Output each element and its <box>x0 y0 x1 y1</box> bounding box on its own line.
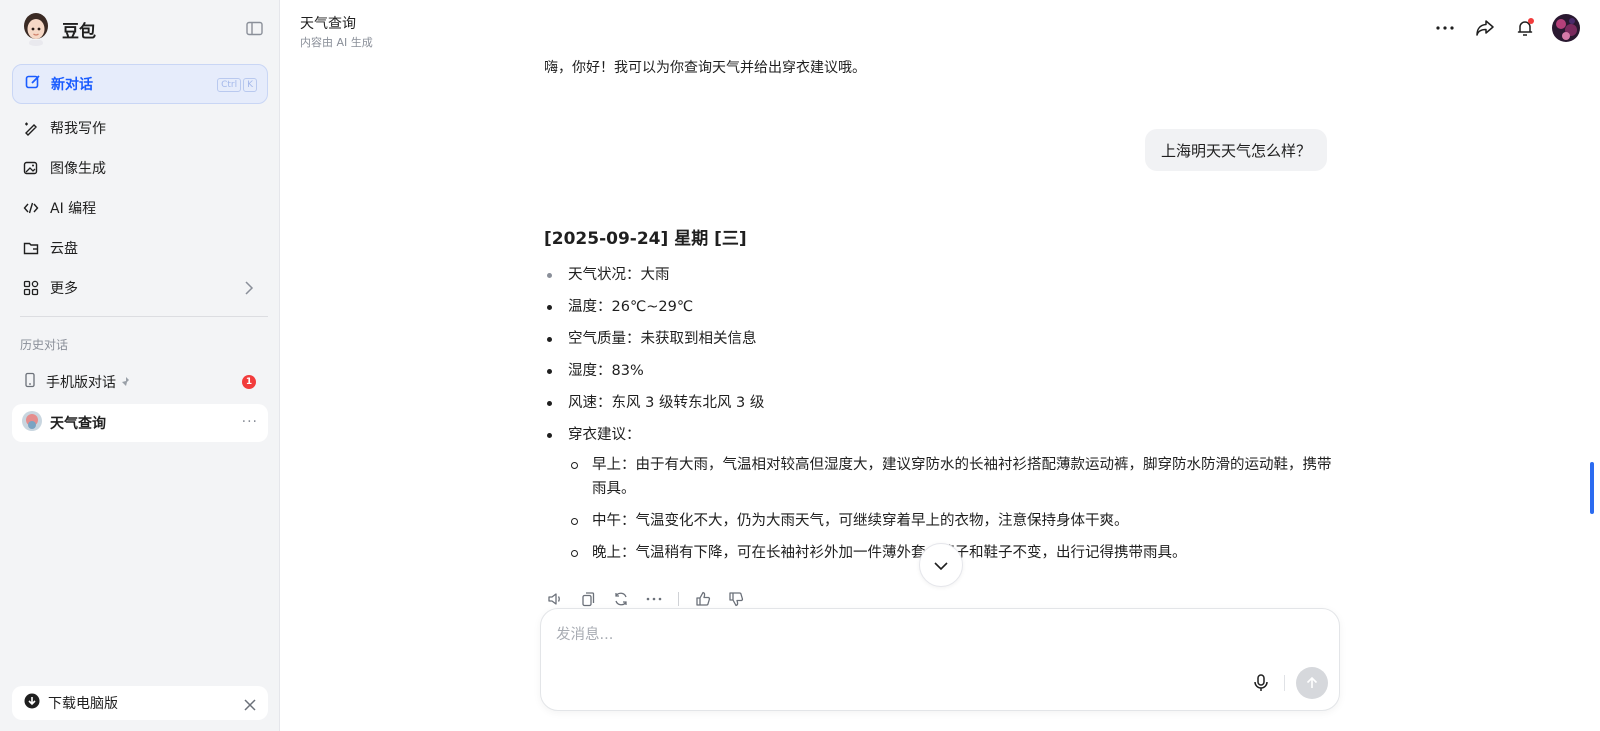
list-item: 湿度：83% <box>544 355 1334 387</box>
chat-header: 天气查询 内容由 AI 生成 <box>281 0 1600 56</box>
chevron-right-icon <box>244 280 254 300</box>
user-message-bubble: 上海明天天气怎么样？ <box>1145 129 1328 171</box>
header-actions <box>1432 14 1580 42</box>
history-item-label: 手机版对话 <box>46 375 116 391</box>
sidebar-item-label: 帮我写作 <box>50 121 106 137</box>
shortcut-hint: Ctrl K <box>217 78 257 92</box>
kbd-k: K <box>243 78 257 92</box>
more-options-icon[interactable]: ··· <box>242 414 258 430</box>
message-actions <box>546 590 745 608</box>
download-icon <box>24 693 40 713</box>
copy-icon[interactable] <box>579 590 597 608</box>
regenerate-icon[interactable] <box>612 590 630 608</box>
phone-icon <box>22 372 38 392</box>
brand[interactable]: 豆包 <box>20 12 96 46</box>
more-icon[interactable] <box>1432 15 1458 41</box>
brand-avatar <box>20 12 52 46</box>
code-icon <box>22 199 40 217</box>
sidebar-item-label: 更多 <box>50 281 78 297</box>
user-avatar[interactable] <box>1552 14 1580 42</box>
list-item: 天气状况：大雨 <box>544 259 1334 291</box>
ai-disclaimer: 内容由 AI 生成 <box>300 36 373 49</box>
more-actions-icon[interactable] <box>645 590 663 608</box>
chevron-down-icon <box>933 556 949 575</box>
advice-item: 早上：由于有大雨，气温相对较高但湿度大，建议穿防水的长袖衬衫搭配薄款运动裤，脚穿… <box>568 453 1334 501</box>
sidebar: 豆包 新对话 Ctrl K 帮我写作 图像生成 AI 编程 云盘 更多 历史对话… <box>0 0 280 731</box>
sidebar-item-writing[interactable]: 帮我写作 <box>12 108 268 148</box>
chat-avatar <box>22 411 42 435</box>
advice-item: 中午：气温变化不大，仍为大雨天气，可继续穿着早上的衣物，注意保持身体干爽。 <box>568 509 1334 533</box>
assistant-answer: [2025-09-24] 星期 [三] 天气状况：大雨 温度：26℃~29℃ 空… <box>544 224 1334 573</box>
sidebar-item-label: 图像生成 <box>50 161 106 177</box>
edit-icon <box>25 74 41 94</box>
advice-heading: 穿衣建议： <box>568 427 641 443</box>
answer-heading: [2025-09-24] 星期 [三] <box>544 229 747 249</box>
unread-badge: 1 <box>242 375 256 389</box>
list-item: 空气质量：未获取到相关信息 <box>544 323 1334 355</box>
notification-dot <box>1528 18 1534 24</box>
list-item: 风速：东风 3 级转东北风 3 级 <box>544 387 1334 419</box>
page-title: 天气查询 <box>300 16 356 32</box>
sidebar-item-image[interactable]: 图像生成 <box>12 148 268 188</box>
history-item-label: 天气查询 <box>50 416 106 432</box>
scroll-to-bottom-button[interactable] <box>919 543 963 587</box>
pin-icon <box>120 373 132 392</box>
kbd-ctrl: Ctrl <box>217 78 242 92</box>
sidebar-item-label: 云盘 <box>50 241 78 257</box>
sidebar-item-more[interactable]: 更多 <box>12 268 268 308</box>
scrollbar-thumb[interactable] <box>1590 462 1594 514</box>
assistant-greeting: 嗨，你好！我可以为你查询天气并给出穿衣建议哦。 <box>544 60 866 76</box>
share-icon[interactable] <box>1472 15 1498 41</box>
close-icon[interactable] <box>244 696 256 715</box>
history-title: 历史对话 <box>20 338 69 352</box>
image-icon <box>22 159 40 177</box>
new-chat-label: 新对话 <box>51 77 93 93</box>
download-desktop-button[interactable]: 下载电脑版 <box>12 686 268 720</box>
sidebar-nav: 帮我写作 图像生成 AI 编程 云盘 更多 <box>12 108 268 308</box>
message-input[interactable] <box>556 623 1256 647</box>
message-composer <box>540 608 1340 711</box>
sidebar-item-label: AI 编程 <box>50 201 97 217</box>
sidebar-item-coding[interactable]: AI 编程 <box>12 188 268 228</box>
sidebar-item-cloud-drive[interactable]: 云盘 <box>12 228 268 268</box>
history-item-mobile[interactable]: 手机版对话 1 <box>12 363 268 401</box>
pen-icon <box>22 119 40 137</box>
apps-icon <box>22 279 40 297</box>
download-label: 下载电脑版 <box>48 696 118 712</box>
send-button[interactable] <box>1296 667 1328 699</box>
composer-divider <box>1284 675 1285 691</box>
bell-icon[interactable] <box>1512 15 1538 41</box>
collapse-sidebar-icon[interactable] <box>246 21 264 37</box>
brand-name: 豆包 <box>62 21 96 42</box>
sidebar-divider <box>20 316 268 317</box>
history-item-weather[interactable]: 天气查询 ··· <box>12 404 268 442</box>
microphone-icon[interactable] <box>1249 671 1273 695</box>
actions-divider <box>678 592 679 606</box>
answer-list: 天气状况：大雨 温度：26℃~29℃ 空气质量：未获取到相关信息 湿度：83% … <box>544 259 1334 565</box>
new-chat-button[interactable]: 新对话 Ctrl K <box>12 64 268 104</box>
thumbs-down-icon[interactable] <box>727 590 745 608</box>
folder-icon <box>22 239 40 257</box>
thumbs-up-icon[interactable] <box>694 590 712 608</box>
speaker-icon[interactable] <box>546 590 564 608</box>
list-item: 温度：26℃~29℃ <box>544 291 1334 323</box>
